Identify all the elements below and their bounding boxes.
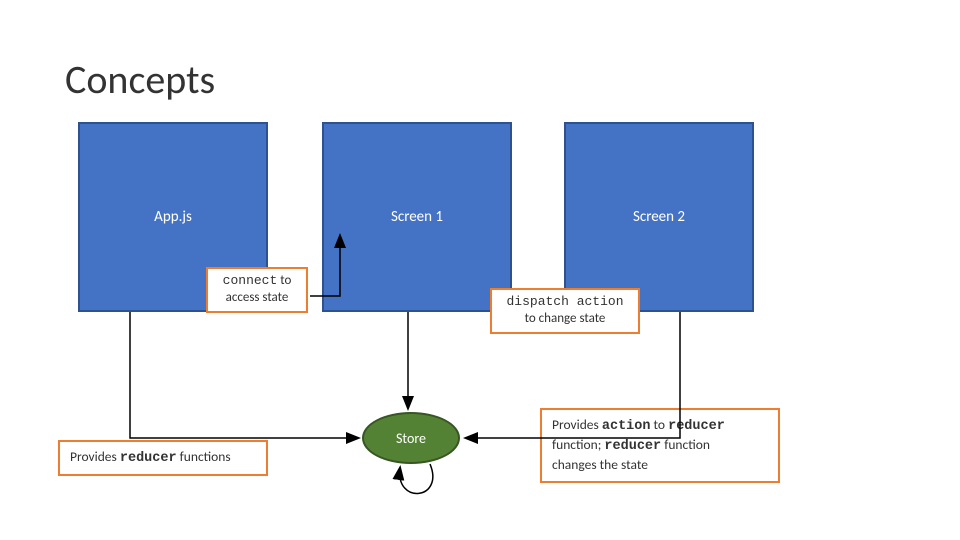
callout-connect-line2: access state (216, 290, 298, 307)
node-store-label: Store (396, 430, 426, 447)
node-screen1-label: Screen 1 (391, 208, 443, 226)
callout-dispatch: dispatch action to change state (490, 288, 640, 334)
callout-action-reducer-line3: changes the state (552, 456, 768, 474)
page-title: Concepts (65, 55, 215, 104)
node-screen2-label: Screen 2 (633, 208, 685, 226)
callout-connect: connect to access state (206, 267, 308, 313)
node-app-label: App.js (154, 208, 192, 226)
callout-connect-line1: connect to (216, 273, 298, 290)
node-screen2: Screen 2 (564, 122, 754, 312)
arrow-app-to-store (130, 312, 358, 438)
callout-action-reducer-line2: function; reducer function (552, 436, 768, 456)
callout-action-reducer-line1: Provides action to reducer (552, 416, 768, 436)
callout-dispatch-line1: dispatch action (500, 294, 630, 311)
node-store: Store (362, 412, 460, 464)
node-screen1: Screen 1 (322, 122, 512, 312)
callout-dispatch-line2: to change state (500, 311, 630, 328)
arrow-store-self-loop (400, 464, 433, 493)
callout-action-reducer: Provides action to reducer function; red… (540, 408, 780, 483)
callout-reducer-functions: Provides reducer functions (58, 440, 268, 476)
